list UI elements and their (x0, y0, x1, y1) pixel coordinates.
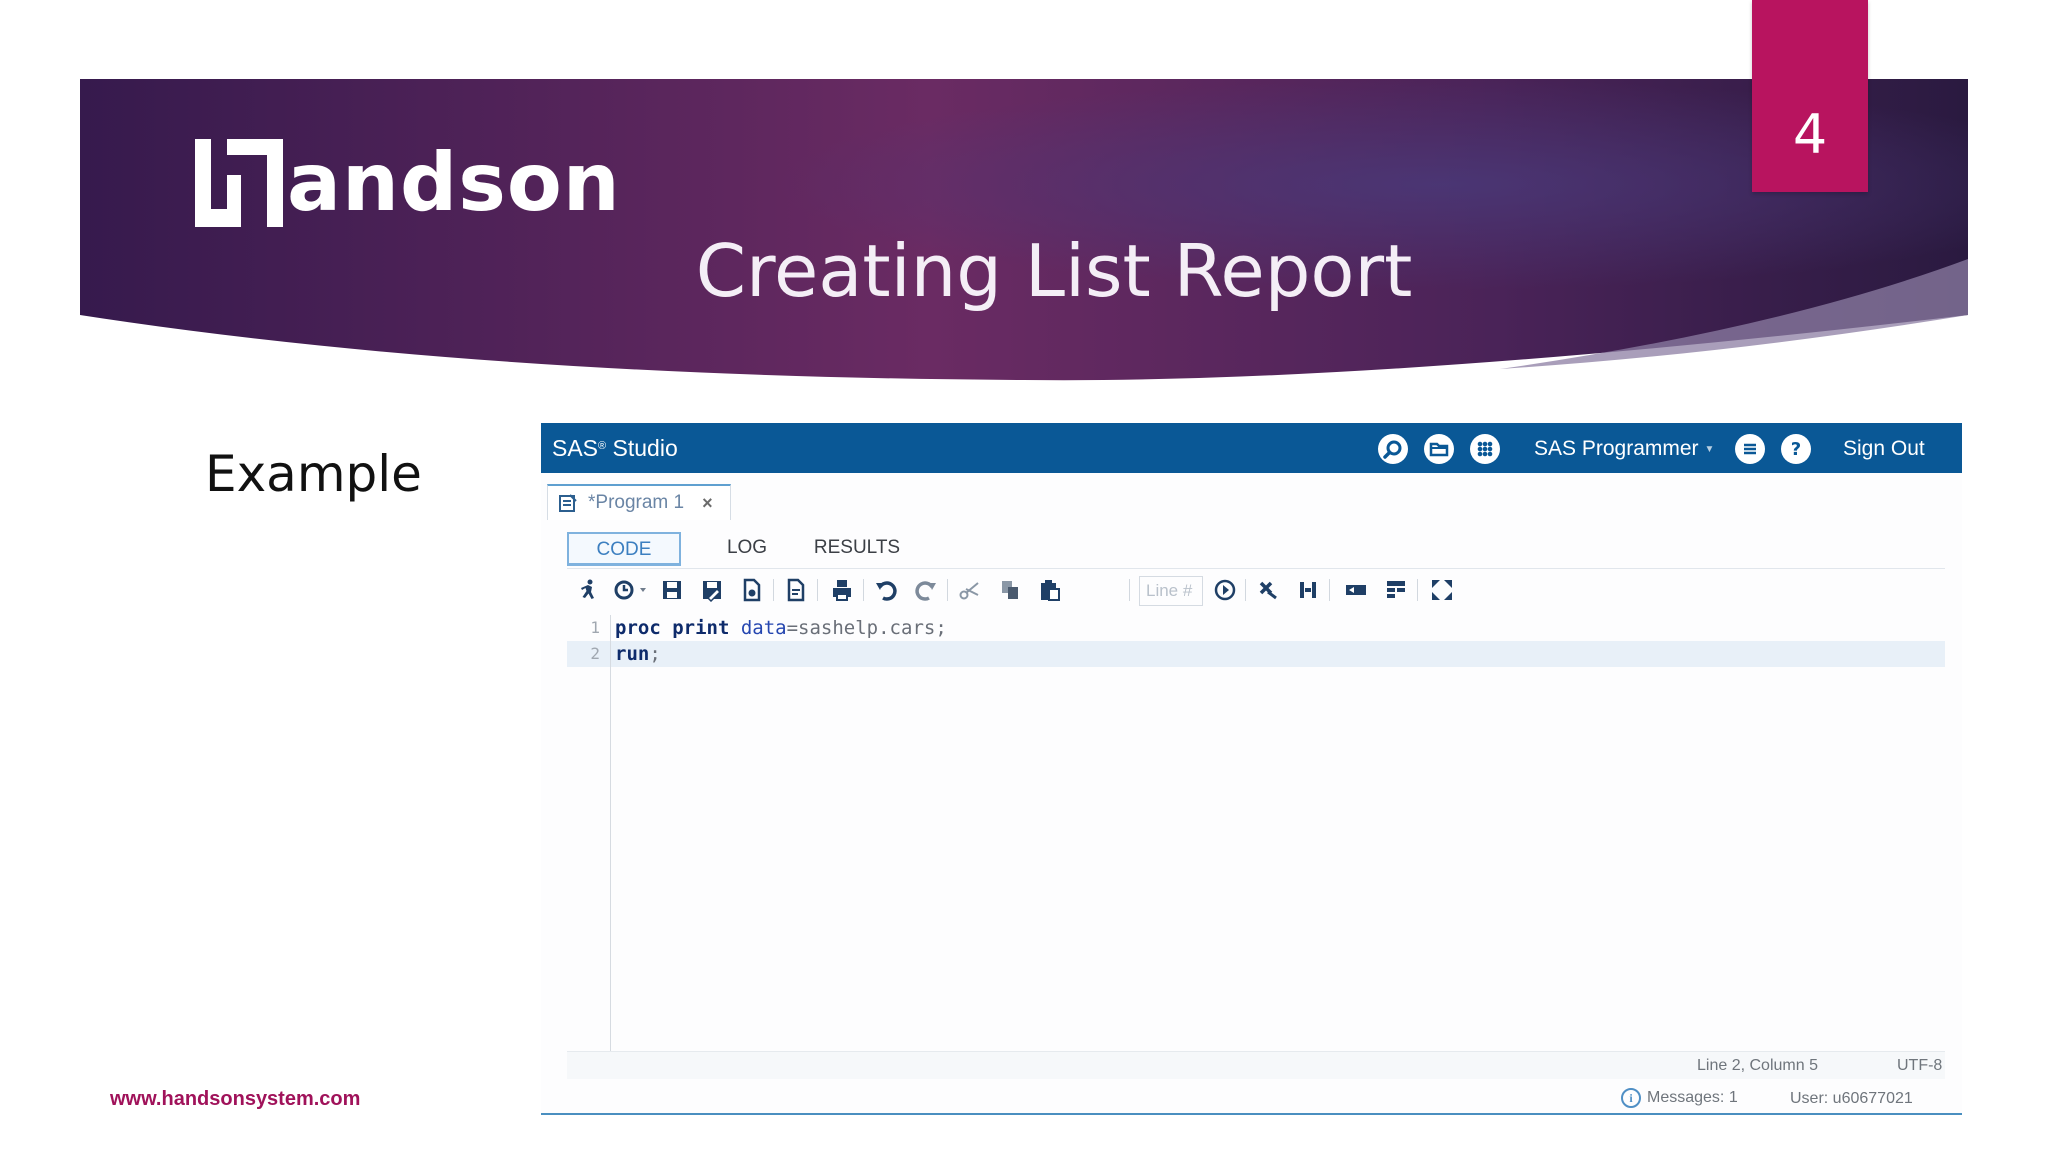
close-tab-icon[interactable]: × (702, 493, 713, 514)
footer-url[interactable]: www.handsonsystem.com (110, 1088, 360, 1111)
user-id: User: u60677021 (1790, 1090, 1913, 1107)
code-line-1[interactable]: proc print data=sashelp.cars; (615, 615, 947, 641)
sas-brand: SAS® Studio (552, 435, 678, 461)
cut-icon[interactable] (957, 577, 983, 603)
example-label: Example (205, 445, 422, 503)
save-as-icon[interactable] (699, 577, 725, 603)
slide-title: Creating List Report (695, 229, 1413, 313)
tab-results[interactable]: RESULTS (803, 532, 911, 566)
encoding-label: UTF-8 (1897, 1057, 1943, 1074)
line-number: 2 (590, 644, 600, 663)
tab-log[interactable]: LOG (707, 532, 787, 566)
history-icon[interactable] (613, 577, 653, 603)
code-line-2[interactable]: run; (615, 641, 661, 667)
slide-header-banner: andson Creating List Report (80, 79, 1968, 384)
messages-bar: i Messages: 1 User: u60677021 (541, 1083, 1962, 1113)
tab-code[interactable]: CODE (567, 532, 681, 566)
tab-program-1[interactable]: *Program 1 × (547, 484, 731, 520)
logo-h-mark (195, 139, 283, 227)
line-number-input[interactable]: Line # (1139, 576, 1203, 606)
sas-studio-window: SAS® Studio SAS Programmer ▼ ? Sign Out *… (541, 423, 1962, 1115)
copy-icon[interactable] (997, 577, 1023, 603)
redo-icon[interactable] (913, 577, 939, 603)
sas-top-bar: SAS® Studio SAS Programmer ▼ ? Sign Out (541, 423, 1962, 473)
sign-out-link[interactable]: Sign Out (1843, 435, 1925, 463)
page-number-badge: 4 (1752, 0, 1868, 192)
handson-logo: andson (195, 117, 621, 227)
editor-status-bar: Line 2, Column 5 UTF-8 (567, 1051, 1945, 1079)
save-icon[interactable] (659, 577, 685, 603)
help-icon[interactable]: ? (1781, 434, 1811, 464)
program-file-icon (559, 494, 577, 512)
chevron-down-icon: ▼ (1704, 444, 1715, 455)
go-to-line-icon[interactable] (1212, 577, 1238, 603)
print-icon[interactable] (829, 577, 855, 603)
line-number: 1 (590, 618, 600, 637)
line-number-gutter: 1 2 (567, 615, 611, 1051)
run-icon[interactable] (575, 577, 601, 603)
folder-icon[interactable] (1424, 434, 1454, 464)
code-editor[interactable]: 1 2 proc print data=sashelp.cars; run; (567, 615, 1945, 1051)
apps-grid-icon[interactable] (1470, 434, 1500, 464)
snippets-icon[interactable] (1343, 577, 1369, 603)
menu-icon[interactable] (1735, 434, 1765, 464)
maximize-view-icon[interactable] (1429, 577, 1455, 603)
search-icon[interactable] (1378, 434, 1408, 464)
paste-icon[interactable] (1037, 577, 1063, 603)
messages-count: Messages: 1 (1647, 1089, 1738, 1106)
info-icon: i (1621, 1088, 1641, 1108)
undo-icon[interactable] (873, 577, 899, 603)
logo-text: andson (287, 136, 621, 229)
properties-icon[interactable] (1383, 577, 1409, 603)
role-dropdown[interactable]: SAS Programmer ▼ (1534, 435, 1714, 467)
tab-program-1-label: *Program 1 (588, 492, 685, 513)
editor-subtabs: CODE LOG RESULTS (567, 526, 1945, 569)
messages-link[interactable]: i Messages: 1 (1621, 1088, 1738, 1108)
current-line-highlight (567, 641, 1945, 667)
export-icon[interactable] (783, 577, 809, 603)
cursor-position: Line 2, Column 5 (1697, 1057, 1818, 1074)
clear-code-icon[interactable] (1255, 577, 1281, 603)
new-file-icon[interactable] (739, 577, 765, 603)
code-toolbar: Line # (567, 569, 1945, 611)
format-code-icon[interactable] (1295, 577, 1321, 603)
